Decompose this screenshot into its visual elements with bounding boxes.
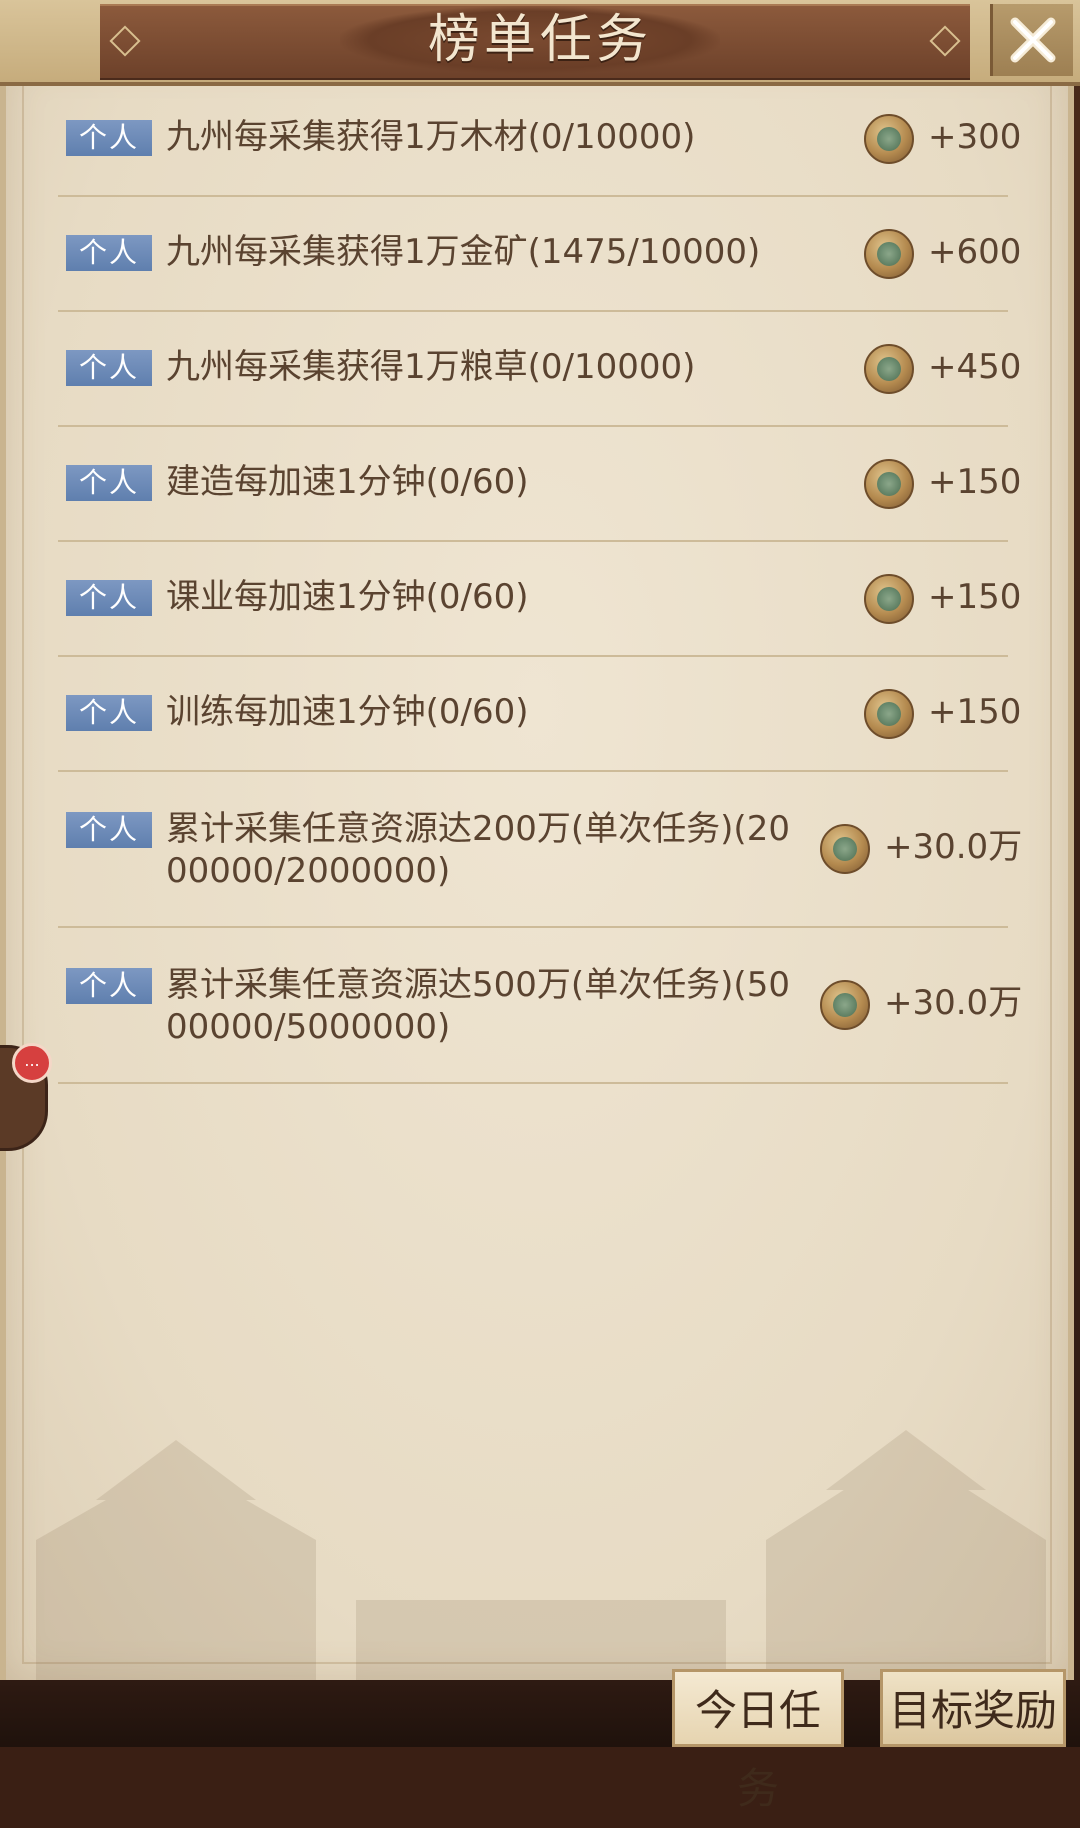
- row-divider: [58, 1082, 1008, 1084]
- task-reward: +150: [928, 462, 1022, 502]
- coin-icon: [864, 574, 914, 624]
- task-description: 建造每加速1分钟(0/60): [166, 462, 529, 502]
- task-row[interactable]: 个人 累计采集任意资源达500万(单次任务)(5000000/5000000) …: [0, 928, 1080, 1084]
- title-bar: 榜单任务: [0, 0, 1080, 86]
- task-description: 累计采集任意资源达200万(单次任务)(2000000/2000000): [166, 809, 790, 891]
- task-reward: +600: [928, 232, 1022, 272]
- coin-icon: [864, 344, 914, 394]
- task-description: 累计采集任意资源达500万(单次任务)(5000000/5000000): [166, 965, 790, 1047]
- task-row[interactable]: 个人 九州每采集获得1万粮草(0/10000) +450: [0, 312, 1080, 427]
- task-reward: +150: [928, 692, 1022, 732]
- task-tag: 个人: [66, 812, 152, 848]
- task-list: 个人 九州每采集获得1万木材(0/10000) +300 个人 九州每采集获得1…: [0, 82, 1080, 1084]
- coin-icon: [864, 459, 914, 509]
- tab-today-tasks[interactable]: 今日任务: [672, 1669, 844, 1813]
- task-row[interactable]: 个人 课业每加速1分钟(0/60) +150: [0, 542, 1080, 657]
- coin-icon: [864, 114, 914, 164]
- task-reward: +300: [928, 117, 1022, 157]
- task-description: 九州每采集获得1万粮草(0/10000): [166, 347, 696, 387]
- task-tag: 个人: [66, 580, 152, 616]
- task-row[interactable]: 个人 九州每采集获得1万金矿(1475/10000) +600: [0, 197, 1080, 312]
- task-description: 九州每采集获得1万金矿(1475/10000): [166, 232, 761, 272]
- task-row[interactable]: 个人 九州每采集获得1万木材(0/10000) +300: [0, 82, 1080, 197]
- task-tag: 个人: [66, 968, 152, 1004]
- task-tag: 个人: [66, 120, 152, 156]
- tab-target-rewards[interactable]: 目标奖励: [880, 1669, 1066, 1747]
- coin-icon: [820, 824, 870, 874]
- task-reward: +30.0万: [884, 827, 1023, 867]
- task-tag: 个人: [66, 350, 152, 386]
- task-tag: 个人: [66, 465, 152, 501]
- coin-icon: [820, 980, 870, 1030]
- task-description: 训练每加速1分钟(0/60): [166, 692, 529, 732]
- task-row[interactable]: 个人 训练每加速1分钟(0/60) +150: [0, 657, 1080, 772]
- coin-icon: [864, 689, 914, 739]
- close-icon: [1010, 17, 1056, 63]
- task-reward: +150: [928, 577, 1022, 617]
- close-button[interactable]: [990, 4, 1073, 76]
- notification-dot: ...: [12, 1043, 52, 1083]
- task-tag: 个人: [66, 695, 152, 731]
- coin-icon: [864, 229, 914, 279]
- task-description: 课业每加速1分钟(0/60): [166, 577, 529, 617]
- page-title: 榜单任务: [427, 10, 652, 70]
- background-architecture-image: [36, 1430, 1046, 1720]
- task-description: 九州每采集获得1万木材(0/10000): [166, 117, 696, 157]
- task-row[interactable]: 个人 建造每加速1分钟(0/60) +150: [0, 427, 1080, 542]
- task-reward: +30.0万: [884, 983, 1023, 1023]
- task-tag: 个人: [66, 235, 152, 271]
- task-reward: +450: [928, 347, 1022, 387]
- task-row[interactable]: 个人 累计采集任意资源达200万(单次任务)(2000000/2000000) …: [0, 772, 1080, 928]
